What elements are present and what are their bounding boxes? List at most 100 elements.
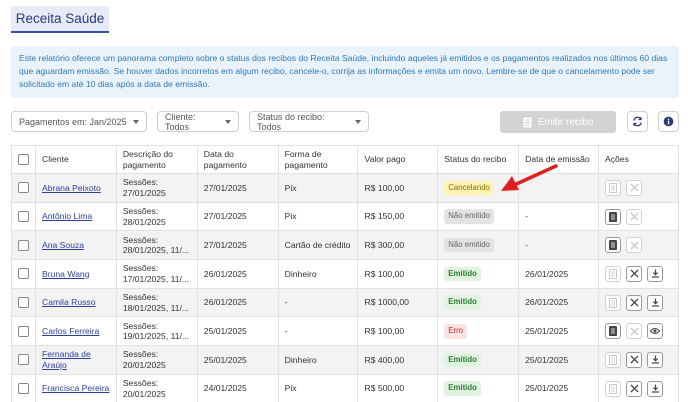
payments-month-filter[interactable]: Pagamentos em: Jan/2025 — [11, 111, 147, 132]
payment-method-cell: - — [278, 288, 359, 318]
emission-date-cell: 25/01/2025 — [518, 345, 599, 375]
cancel-receipt-button[interactable] — [626, 380, 642, 397]
cancel-receipt-button[interactable] — [626, 208, 642, 225]
cancel-receipt-button[interactable] — [626, 294, 642, 311]
client-cell: Camila Russo — [35, 288, 117, 318]
status-cell: Emitido — [437, 345, 520, 375]
cancel-receipt-button[interactable] — [626, 351, 642, 368]
row-checkbox[interactable] — [18, 354, 29, 366]
status-filter-label: Status do recibo: Todos — [257, 111, 325, 132]
header-payment-date: Data do pagamento — [197, 145, 279, 174]
emission-date-cell: 25/01/2025 — [518, 316, 599, 347]
description-line2: 18/01/2025, 11/... — [122, 302, 190, 313]
issue-receipt-button[interactable] — [605, 237, 621, 254]
actions-cell — [598, 259, 679, 289]
download-receipt-button[interactable] — [647, 351, 663, 368]
row-actions — [605, 380, 672, 397]
row-checkbox[interactable] — [18, 211, 29, 223]
refresh-button[interactable] — [627, 111, 648, 132]
description-line1: Sessões: — [122, 292, 159, 303]
value-cell: R$ 100,00 — [357, 259, 439, 289]
header-payment-method: Forma de pagamento — [278, 145, 359, 174]
row-select-cell — [11, 345, 36, 375]
status-cell: Não emitido — [437, 202, 520, 232]
download-icon — [651, 384, 659, 393]
description-cell: Sessões: 17/01/2025, 11/... — [116, 259, 198, 289]
client-link[interactable]: Francisca Pereira — [42, 383, 109, 393]
view-error-button[interactable] — [647, 323, 663, 340]
status-badge: Emitido — [444, 352, 481, 368]
status-cell: Emitido — [437, 288, 520, 318]
row-checkbox[interactable] — [18, 239, 29, 251]
download-receipt-button[interactable] — [647, 265, 663, 282]
status-badge: Erro — [444, 324, 467, 339]
client-filter[interactable]: Cliente: Todos — [157, 111, 239, 132]
emit-receipt-label: Emitir recibo — [537, 116, 594, 128]
issue-receipt-button[interactable] — [605, 294, 621, 311]
close-icon — [630, 212, 638, 221]
client-link[interactable]: Fernanda de Araújo — [42, 349, 91, 370]
client-link[interactable]: Antônio Lima — [42, 211, 92, 221]
client-link[interactable]: Bruna Wang — [42, 269, 89, 279]
info-button[interactable] — [658, 111, 679, 132]
issue-receipt-button[interactable] — [605, 179, 621, 196]
row-checkbox[interactable] — [18, 297, 29, 309]
refresh-icon — [633, 116, 642, 127]
payment-date-cell: 27/01/2025 — [197, 230, 279, 261]
status-badge: Cancelando — [444, 180, 494, 196]
receipt-status-filter[interactable]: Status do recibo: Todos — [249, 111, 369, 132]
status-cell: Emitido — [437, 374, 520, 402]
description-line1: Sessões: — [122, 234, 159, 245]
value-cell: R$ 150,00 — [357, 202, 439, 232]
emit-receipt-button[interactable]: Emitir recibo — [500, 111, 616, 133]
issue-receipt-button[interactable] — [605, 323, 621, 340]
row-select-cell — [11, 259, 36, 289]
client-link[interactable]: Ana Souza — [42, 240, 84, 250]
value-cell: R$ 400,00 — [357, 345, 439, 375]
row-checkbox[interactable] — [18, 325, 29, 337]
description-line1: Sessões: — [122, 177, 159, 188]
issue-receipt-button[interactable] — [605, 380, 621, 397]
download-receipt-button[interactable] — [647, 294, 663, 311]
cancel-receipt-button[interactable] — [626, 179, 642, 196]
client-link[interactable]: Abrana Peixoto — [42, 183, 101, 193]
close-icon — [630, 241, 638, 250]
value-cell: R$ 100,00 — [357, 173, 439, 203]
emission-date-cell: - — [518, 230, 599, 261]
client-cell: Ana Souza — [35, 230, 117, 261]
row-checkbox[interactable] — [18, 182, 29, 194]
table-row: Antônio Lima Sessões: 28/01/2025 27/01/2025… — [11, 202, 679, 232]
client-link[interactable]: Carlos Ferreira — [42, 326, 99, 336]
payment-method-cell: Pix — [278, 374, 359, 402]
row-actions — [605, 351, 672, 368]
select-all-cell — [11, 145, 36, 174]
cancel-receipt-button[interactable] — [626, 265, 642, 282]
client-link[interactable]: Camila Russo — [42, 297, 96, 307]
row-checkbox[interactable] — [18, 268, 29, 280]
receipt-icon — [609, 268, 617, 279]
cancel-receipt-button[interactable] — [626, 323, 642, 340]
description-line1: Sessões: — [122, 263, 159, 274]
cancel-receipt-button[interactable] — [626, 237, 642, 254]
table-row: Fernanda de Araújo Sessões: 20/01/2025 25/0… — [11, 345, 679, 375]
select-all-checkbox[interactable] — [18, 154, 29, 165]
row-checkbox[interactable] — [18, 383, 29, 395]
status-cell: Emitido — [437, 259, 520, 289]
chevron-down-icon — [132, 119, 139, 124]
download-icon — [651, 355, 659, 365]
receipt-icon — [609, 326, 617, 337]
description-line2: 20/01/2025 — [122, 388, 166, 399]
description-line1: Sessões: — [122, 320, 159, 331]
description-cell: Sessões: 18/01/2025, 11/... — [116, 288, 198, 318]
issue-receipt-button[interactable] — [605, 208, 621, 225]
header-value: Valor pago — [357, 145, 439, 174]
header-description: Descrição do pagamento — [116, 145, 198, 174]
value-cell: R$ 1000,00 — [357, 288, 439, 318]
description-line2: 17/01/2025, 11/... — [122, 273, 190, 284]
status-badge: Emitido — [444, 295, 481, 310]
issue-receipt-button[interactable] — [605, 351, 621, 368]
issue-receipt-button[interactable] — [605, 265, 621, 282]
page-title-tab[interactable]: Receita Saúde — [11, 6, 109, 33]
download-receipt-button[interactable] — [647, 380, 663, 397]
status-badge: Não emitido — [444, 209, 494, 224]
